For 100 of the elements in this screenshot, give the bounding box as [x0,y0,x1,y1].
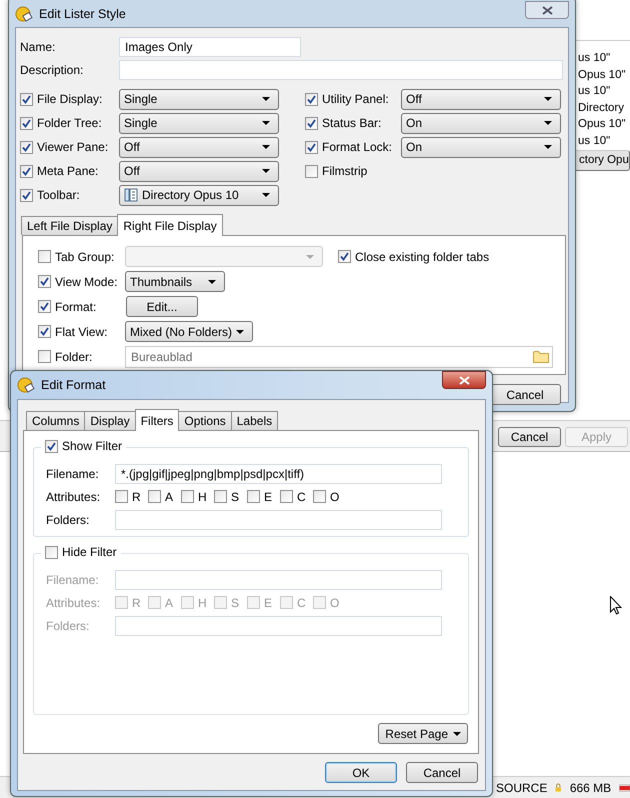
checkbox[interactable] [214,490,227,503]
checkbox[interactable] [305,116,318,130]
caret-icon [236,330,244,334]
list-item[interactable]: us 10" [574,132,630,150]
dropdown[interactable]: Directory Opus 10 [119,184,279,206]
field-label: Attributes: [46,596,102,610]
option-label: Format: [55,300,96,314]
tab[interactable]: Labels [230,411,278,430]
caret-icon [262,193,270,197]
dropdown[interactable]: Mixed (No Folders) [125,321,254,342]
close-button[interactable] [442,371,486,389]
attribute-label: S [231,596,240,610]
close-icon [542,6,552,14]
cancel-button[interactable]: Cancel [406,762,478,783]
option-label: Folder: [55,350,92,364]
tab[interactable]: Left File Display [21,216,118,235]
toolbar-icon [124,188,138,202]
checkbox[interactable] [38,275,51,288]
list-item[interactable]: us 10" [574,50,630,67]
caret-icon [544,121,552,125]
caret-icon [262,97,270,101]
option-label: Format Lock: [322,140,392,154]
option-label: Toolbar: [37,188,80,202]
checkbox[interactable] [280,490,293,503]
checkbox[interactable] [305,140,318,154]
checkbox[interactable] [20,140,33,154]
window-title: Edit Lister Style [39,7,126,21]
option-label: Utility Panel: [322,92,389,106]
option-label: Filmstrip [322,164,368,178]
caret-icon [208,280,216,284]
list-item[interactable]: ctory Opu [574,150,630,171]
mouse-pointer-icon [610,596,622,615]
checkbox[interactable] [305,164,318,178]
option-label: Meta Pane: [37,164,98,178]
checkbox[interactable] [38,300,51,313]
checkbox[interactable] [247,490,260,503]
caret-icon [262,145,270,149]
option-label: Tab Group: [55,250,114,264]
list-item[interactable]: Directory [574,100,630,116]
checkbox[interactable] [20,116,33,130]
checkbox[interactable] [115,490,128,503]
dropdown[interactable]: Single [119,112,279,134]
close-button[interactable] [525,1,569,19]
edit-button[interactable]: Edit... [126,296,198,317]
field-label: Name: [20,40,56,54]
option-label: Viewer Pane: [37,140,108,154]
attribute-label: C [297,596,306,610]
dropdown[interactable]: Thumbnails [125,271,225,292]
dropdown[interactable]: On [401,136,561,158]
tab[interactable]: Right File Display [117,214,223,236]
tab[interactable]: Filters [134,409,180,431]
list-item[interactable]: Opus 10" [574,66,630,84]
filename-field[interactable] [115,570,442,590]
attribute-label: E [264,490,272,504]
checkbox[interactable] [38,325,51,338]
caret-icon [306,254,314,258]
checkbox[interactable] [148,490,161,503]
option-label: File Display: [37,92,102,106]
dropdown[interactable]: Single [119,88,279,110]
app-icon [15,5,33,23]
description-field[interactable] [119,60,563,80]
attribute-label: C [297,490,306,504]
checkbox[interactable] [20,92,33,106]
window-title: Edit Format [41,378,106,392]
attribute-label: R [132,490,141,504]
checkbox[interactable] [181,490,194,503]
checkbox[interactable] [313,490,326,503]
name-field[interactable]: Images Only [119,36,301,56]
attribute-label: O [330,596,340,610]
dropdown[interactable]: Off [119,136,279,158]
caret-icon [544,145,552,149]
tab[interactable]: Columns [26,411,86,430]
dropdown[interactable]: Off [401,88,561,110]
checkbox[interactable] [20,188,33,202]
dialog-button[interactable]: Cancel [498,427,561,447]
caret-icon [453,732,461,736]
option-label: Flat View: [55,324,108,338]
ok-button[interactable]: OK [325,762,397,783]
option-label: View Mode: [55,274,118,288]
folders-field[interactable] [115,616,442,636]
folders-field[interactable] [115,510,442,530]
dropdown[interactable]: Off [119,160,279,182]
attribute-label: E [264,596,272,610]
filename-field[interactable]: *.(jpg|gif|jpeg|png|bmp|psd|pcx|tiff) [115,464,442,484]
checkbox[interactable] [45,440,58,452]
option-label: Folder Tree: [37,116,102,130]
dropdown[interactable]: On [401,112,561,134]
tab[interactable]: Options [178,411,232,430]
list-item[interactable]: Opus 10" [574,116,630,133]
checkbox[interactable] [305,92,318,106]
status-text: SOURCE [496,780,548,794]
list-item[interactable]: us 10" [574,83,630,100]
tab[interactable]: Display [84,411,136,430]
checkbox[interactable] [20,164,33,178]
field-label: Filename: [46,572,100,586]
attribute-label: H [198,490,207,504]
field-label: Description: [20,62,84,76]
reset-page-button[interactable]: Reset Page [378,723,468,744]
memory-text: 666 MB [570,780,612,794]
app-icon [17,376,35,394]
